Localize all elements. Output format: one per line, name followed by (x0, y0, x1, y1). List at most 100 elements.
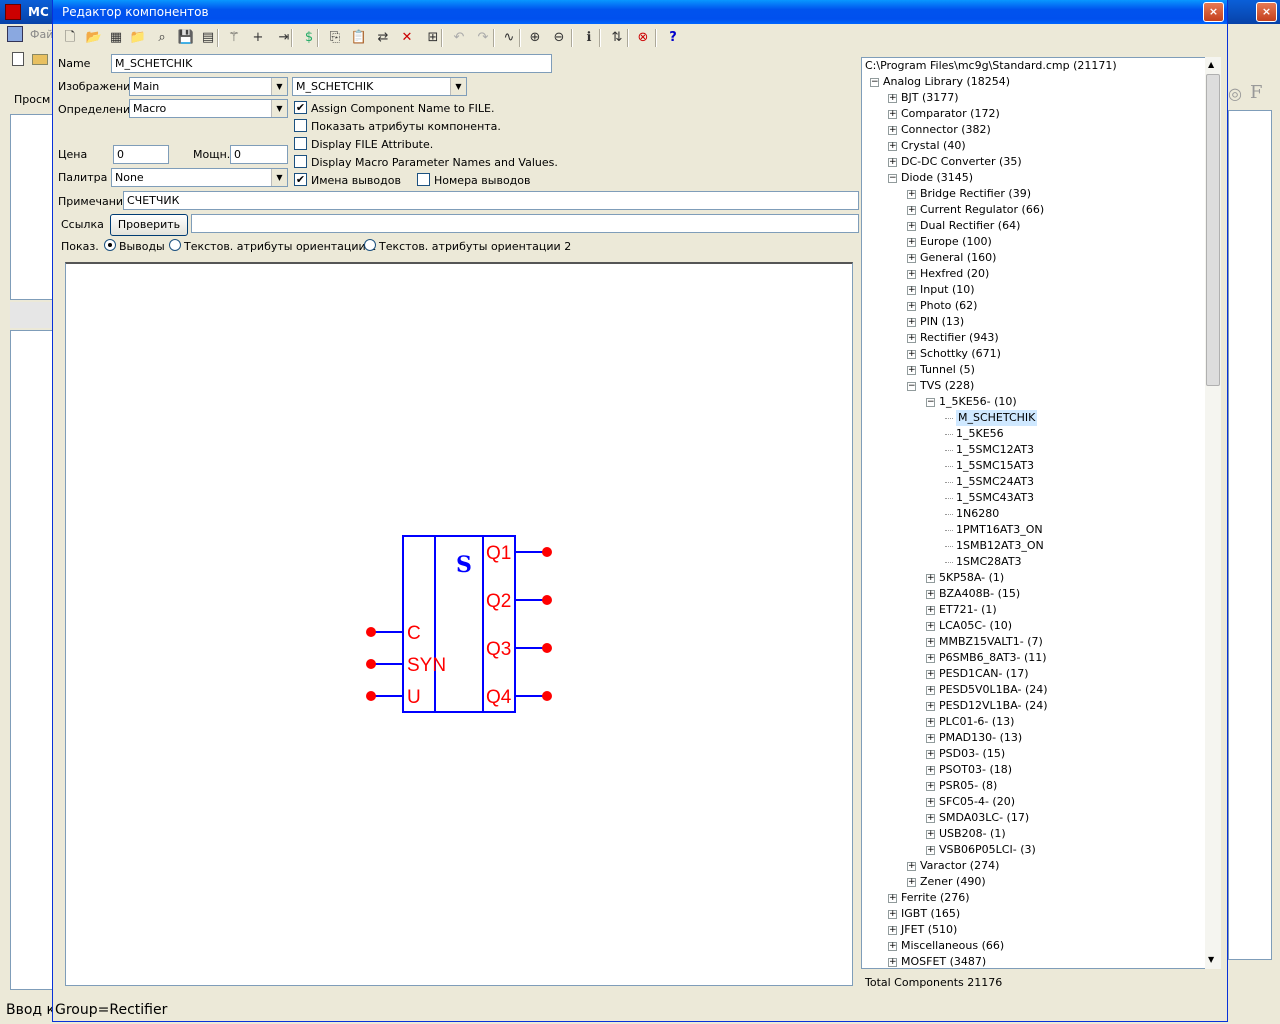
scroll-down-icon[interactable]: ▼ (1208, 955, 1214, 964)
tree-item[interactable]: PMAD130- (13) (939, 730, 1022, 746)
tree-item[interactable]: PSOT03- (18) (939, 762, 1012, 778)
expand-icon[interactable]: + (907, 190, 916, 199)
tree-scroll-thumb[interactable] (1206, 74, 1220, 386)
tree-item[interactable]: DC-DC Converter (35) (901, 154, 1022, 170)
expand-icon[interactable]: + (907, 302, 916, 311)
tree-item[interactable]: Miscellaneous (66) (901, 938, 1004, 954)
tree-item[interactable]: Current Regulator (66) (920, 202, 1044, 218)
tree-item[interactable]: Crystal (40) (901, 138, 966, 154)
expand-icon[interactable]: + (926, 654, 935, 663)
expand-icon[interactable]: + (926, 574, 935, 583)
collapse-icon[interactable]: − (870, 78, 879, 87)
expand-icon[interactable]: + (888, 158, 897, 167)
show-radio-label[interactable]: Текстов. атрибуты ориентации 2 (379, 240, 571, 253)
palette-select[interactable]: None ▼ (111, 168, 288, 187)
expand-icon[interactable]: + (926, 702, 935, 711)
pin-dot[interactable] (366, 627, 376, 637)
tree-item[interactable]: 1_5SMC15AT3 (956, 458, 1034, 474)
tree-item[interactable]: Analog Library (18254) (883, 74, 1010, 90)
chevron-down-icon[interactable]: ▼ (271, 78, 287, 95)
expand-icon[interactable]: + (926, 782, 935, 791)
new-file-icon[interactable]: 🗋 (60, 28, 80, 48)
tree-item[interactable]: General (160) (920, 250, 996, 266)
show-radio[interactable] (169, 239, 181, 251)
option-checkbox-label[interactable]: Показать атрибуты компонента. (311, 120, 501, 133)
check-button[interactable]: Проверить (110, 214, 188, 236)
tree-item[interactable]: JFET (510) (901, 922, 957, 938)
tree-item[interactable]: 1SMC28AT3 (956, 554, 1022, 570)
tree-item[interactable]: PSD03- (15) (939, 746, 1005, 762)
tree-item[interactable]: MOSFET (3487) (901, 954, 986, 968)
option-checkbox[interactable] (294, 155, 307, 168)
dollar-icon[interactable]: $ (299, 28, 319, 48)
definition-select[interactable]: Macro ▼ (129, 99, 288, 118)
expand-icon[interactable]: + (926, 670, 935, 679)
chevron-down-icon[interactable]: ▼ (271, 169, 287, 186)
zoom-out-icon[interactable]: ⊖ (549, 28, 569, 48)
expand-icon[interactable]: + (907, 286, 916, 295)
expand-icon[interactable]: + (926, 766, 935, 775)
expand-icon[interactable]: + (888, 894, 897, 903)
tree-item[interactable]: USB208- (1) (939, 826, 1006, 842)
expand-icon[interactable]: + (907, 862, 916, 871)
tree-item[interactable]: 1_5KE56- (10) (939, 394, 1017, 410)
tree-item[interactable]: Hexfred (20) (920, 266, 989, 282)
help-icon[interactable]: ? (663, 28, 683, 48)
chevron-down-icon[interactable]: ▼ (271, 100, 287, 117)
tree-item[interactable]: Ferrite (276) (901, 890, 970, 906)
tree-item[interactable]: 5KP58A- (1) (939, 570, 1004, 586)
show-radio[interactable] (364, 239, 376, 251)
expand-icon[interactable]: + (907, 222, 916, 231)
tree-item[interactable]: PSR05- (8) (939, 778, 997, 794)
option-checkbox[interactable] (294, 119, 307, 132)
pin-dot[interactable] (542, 547, 552, 557)
tree-item[interactable]: 1PMT16AT3_ON (956, 522, 1043, 538)
new-file-icon[interactable] (12, 52, 24, 66)
expand-icon[interactable]: + (888, 142, 897, 151)
tree-item[interactable]: PESD12VL1BA- (24) (939, 698, 1048, 714)
background-format-icon[interactable]: ◎ (1228, 84, 1242, 103)
option-checkbox[interactable] (294, 137, 307, 150)
option-checkbox[interactable] (417, 173, 430, 186)
tree-item[interactable]: MMBZ15VALT1- (7) (939, 634, 1043, 650)
show-radio-label[interactable]: Текстов. атрибуты ориентации 1 (184, 240, 376, 253)
replace-icon[interactable]: ⇄ (373, 28, 393, 48)
tree-item-selected[interactable]: M_SCHETCHIK (956, 410, 1038, 426)
waveform-icon[interactable]: ∿ (499, 28, 519, 48)
option-checkbox-label[interactable]: Assign Component Name to FILE. (311, 102, 495, 115)
option-checkbox-label[interactable]: Display Macro Parameter Names and Values… (311, 156, 558, 169)
image-select[interactable]: Main ▼ (129, 77, 288, 96)
expand-icon[interactable]: + (907, 238, 916, 247)
tree-item[interactable]: 1SMB12AT3_ON (956, 538, 1044, 554)
info-icon[interactable]: ℹ (579, 28, 599, 48)
document-icon[interactable]: ▤ (198, 28, 218, 48)
expand-icon[interactable]: + (926, 798, 935, 807)
price-field[interactable]: 0 (113, 145, 169, 164)
tree-item[interactable]: PIN (13) (920, 314, 964, 330)
component-library-tree[interactable]: C:\Program Files\mc9g\Standard.cmp (2117… (861, 57, 1213, 969)
expand-icon[interactable]: + (888, 94, 897, 103)
expand-icon[interactable]: + (907, 350, 916, 359)
dialog-close-icon[interactable]: × (1203, 2, 1224, 22)
tree-root[interactable]: C:\Program Files\mc9g\Standard.cmp (2117… (865, 58, 1117, 74)
shape-select[interactable]: M_SCHETCHIK ▼ (292, 77, 467, 96)
pin-dot[interactable] (542, 595, 552, 605)
tree-item[interactable]: ET721- (1) (939, 602, 997, 618)
option-checkbox-label[interactable]: Номера выводов (434, 174, 531, 187)
pin-dot[interactable] (366, 691, 376, 701)
expand-icon[interactable]: + (926, 846, 935, 855)
tree-item[interactable]: Zener (490) (920, 874, 986, 890)
tree-item[interactable]: Dual Rectifier (64) (920, 218, 1020, 234)
tree-item[interactable]: 1_5KE56 (956, 426, 1004, 442)
expand-icon[interactable]: + (888, 958, 897, 967)
tree-item[interactable]: P6SMB6_8AT3- (11) (939, 650, 1047, 666)
tree-item[interactable]: Europe (100) (920, 234, 992, 250)
expand-icon[interactable]: + (926, 750, 935, 759)
folder-up-icon[interactable]: 📁 (128, 28, 148, 48)
background-tab-view[interactable]: Просм (14, 93, 50, 106)
merge-icon[interactable]: ⊞ (423, 28, 443, 48)
save-icon[interactable]: 💾 (176, 28, 196, 48)
tree-item[interactable]: Rectifier (943) (920, 330, 999, 346)
expand-icon[interactable]: + (926, 686, 935, 695)
collapse-icon[interactable]: − (907, 382, 916, 391)
